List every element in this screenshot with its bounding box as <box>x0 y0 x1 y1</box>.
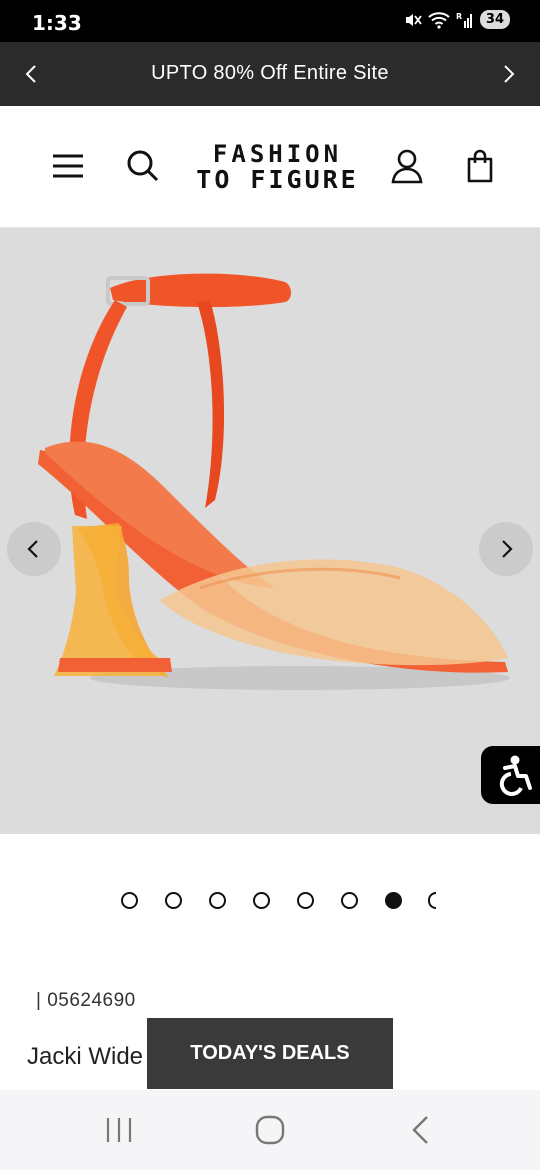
mute-icon <box>405 13 422 26</box>
product-image[interactable] <box>0 228 540 834</box>
promo-banner: UPTO 80% Off Entire Site <box>0 42 540 106</box>
status-bar: 1:33 R 34 <box>0 0 540 42</box>
logo-line1: FASHION <box>212 140 343 168</box>
site-header: FASHION TO FIGURE <box>0 106 540 228</box>
carousel-dot-active[interactable] <box>385 892 402 909</box>
gallery-next-button[interactable] <box>479 522 533 576</box>
chevron-left-icon <box>27 540 38 558</box>
carousel-dot[interactable] <box>121 892 138 909</box>
carousel-dot[interactable] <box>428 892 436 909</box>
recents-icon[interactable] <box>103 1114 135 1146</box>
signal-icon: R <box>456 12 472 28</box>
product-sku: | 05624690 <box>36 990 136 1011</box>
carousel-dot[interactable] <box>297 892 314 909</box>
accessibility-button[interactable] <box>481 746 540 804</box>
svg-text:R: R <box>456 12 462 21</box>
gallery-prev-button[interactable] <box>7 522 61 576</box>
carousel-dots <box>0 890 540 912</box>
chevron-right-icon <box>502 540 513 558</box>
bag-icon[interactable] <box>462 148 498 184</box>
battery-indicator: 34 <box>479 10 510 29</box>
account-icon[interactable] <box>389 148 425 184</box>
product-gallery[interactable] <box>0 228 540 834</box>
menu-icon[interactable] <box>50 148 86 184</box>
todays-deals-button[interactable]: TODAY'S DEALS <box>147 1018 393 1089</box>
status-icons: R 34 <box>404 10 510 29</box>
carousel-dot[interactable] <box>165 892 182 909</box>
site-logo[interactable]: FASHION TO FIGURE <box>180 140 375 194</box>
system-nav-bar <box>0 1090 540 1170</box>
carousel-dot[interactable] <box>341 892 358 909</box>
promo-text[interactable]: UPTO 80% Off Entire Site <box>0 62 540 85</box>
search-icon[interactable] <box>125 148 161 184</box>
carousel-dot[interactable] <box>209 892 226 909</box>
wifi-icon <box>428 11 450 29</box>
wheelchair-icon <box>499 755 532 796</box>
carousel-dot[interactable] <box>253 892 270 909</box>
logo-line2: TO FIGURE <box>196 165 359 194</box>
status-time: 1:33 <box>32 11 82 35</box>
chevron-right-icon[interactable] <box>496 62 520 86</box>
back-icon[interactable] <box>405 1114 437 1146</box>
home-icon[interactable] <box>254 1114 286 1146</box>
